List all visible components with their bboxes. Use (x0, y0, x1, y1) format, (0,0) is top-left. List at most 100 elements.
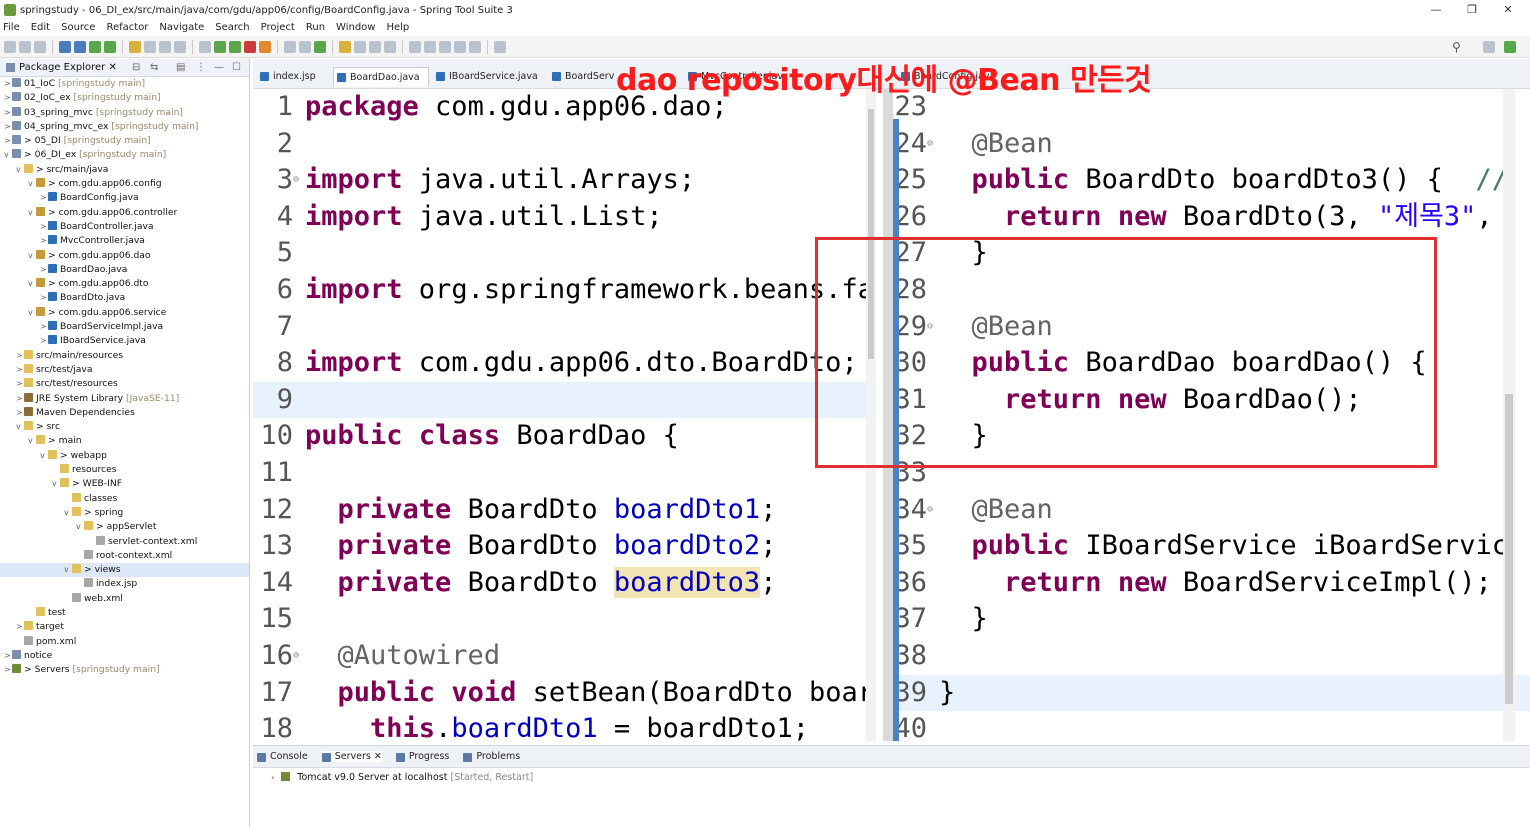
expand-toggle-icon[interactable]: > (4, 77, 12, 91)
tree-item[interactable]: > notice (0, 649, 249, 663)
code-line[interactable]: 11 (253, 455, 866, 492)
expand-toggle-icon[interactable]: > (4, 91, 12, 105)
code-line[interactable]: 39} (893, 674, 1530, 712)
tree-item[interactable]: > src/test/resources (0, 377, 249, 391)
expand-toggle-icon[interactable]: v (28, 177, 36, 191)
toggle-mark-icon[interactable] (174, 40, 186, 53)
tree-item[interactable]: resources (0, 463, 249, 477)
debug-icon[interactable] (199, 40, 211, 53)
tree-item[interactable]: > src/main/resources (0, 349, 249, 363)
tree-item[interactable]: v > com.gdu.app06.controller (0, 206, 249, 220)
maximize-button[interactable]: ❐ (1454, 0, 1490, 20)
expand-toggle-icon[interactable]: > (40, 334, 48, 348)
expand-toggle-icon[interactable]: > (16, 363, 24, 377)
start-server-icon[interactable] (89, 40, 101, 53)
tab-servers[interactable]: Servers ✕ (321, 751, 382, 762)
code-line[interactable]: 18 this.boardDto1 = boardDto1; (253, 711, 866, 741)
menu-run[interactable]: Run (306, 22, 325, 33)
stop-icon[interactable] (244, 40, 256, 53)
tree-item[interactable]: v > com.gdu.app06.service (0, 306, 249, 320)
tree-item[interactable]: pom.xml (0, 635, 249, 649)
code-line[interactable]: 15 (253, 601, 866, 638)
search-icon[interactable]: ⚲ (1452, 40, 1461, 54)
tree-item[interactable]: root-context.xml (0, 549, 249, 563)
tab-iboardservice-java[interactable]: IBoardService.java (433, 67, 545, 87)
tab-progress[interactable]: Progress (395, 751, 449, 762)
code-line[interactable]: 35 public IBoardService iBoardServic (893, 528, 1530, 565)
expand-toggle-icon[interactable]: v (28, 206, 36, 220)
globe-icon[interactable] (384, 40, 396, 53)
tab-problems[interactable]: Problems (463, 751, 520, 762)
expand-toggle-icon[interactable]: > (4, 106, 12, 120)
run-icon[interactable] (214, 40, 226, 53)
expand-toggle-icon[interactable]: > (40, 291, 48, 305)
spring-perspective-icon[interactable] (1504, 41, 1516, 53)
view-menu-icon[interactable]: ⋮ (196, 62, 206, 73)
code-line[interactable]: 25 public BoardDto boardDto3() { // (893, 162, 1530, 199)
expand-toggle-icon[interactable]: > (4, 649, 12, 663)
code-line[interactable]: 6 import org.springframework.beans.fa (253, 272, 866, 309)
close-button[interactable]: ✕ (1490, 0, 1526, 20)
tree-item[interactable]: v > views (0, 563, 249, 578)
expand-toggle-icon[interactable]: > (40, 234, 48, 248)
skip-breakpoints-icon[interactable] (74, 40, 86, 53)
maximize-view-icon[interactable]: ☐ (232, 62, 241, 73)
forward-icon[interactable] (469, 40, 481, 53)
fold-toggle-icon[interactable]: ⊖ (927, 126, 939, 163)
expand-toggle-icon[interactable]: > (16, 349, 24, 363)
build-icon[interactable] (259, 40, 271, 53)
tree-item[interactable]: > BoardDto.java (0, 291, 249, 305)
code-line[interactable]: 4 import java.util.List; (253, 199, 866, 236)
boarddao-editor[interactable]: 1 package com.gdu.app06.dao; 2 3⊖ import jav… (253, 89, 866, 741)
code-line[interactable]: 5 (253, 235, 866, 272)
expand-toggle-icon[interactable]: > (16, 377, 24, 391)
expand-icon[interactable]: › (271, 773, 274, 782)
expand-toggle-icon[interactable]: v (64, 506, 72, 520)
tree-item[interactable]: > IBoardService.java (0, 334, 249, 348)
tree-item[interactable]: > BoardConfig.java (0, 191, 249, 205)
open-type-icon[interactable] (144, 40, 156, 53)
tree-item[interactable]: > JRE System Library [JavaSE-11] (0, 392, 249, 406)
scroll-thumb[interactable] (1505, 394, 1513, 704)
link-editor-icon[interactable]: ⇆ (150, 62, 158, 73)
tree-item[interactable]: v > src (0, 420, 249, 434)
expand-toggle-icon[interactable]: > (4, 120, 12, 134)
menu-search[interactable]: Search (215, 22, 249, 33)
tab-boardserviceimpl-java[interactable]: BoardServiceImpl.java (549, 67, 615, 87)
next-annotation-icon[interactable] (409, 40, 421, 53)
spring-icon[interactable] (129, 40, 141, 53)
expand-toggle-icon[interactable]: v (28, 306, 36, 320)
package-explorer-title[interactable]: Package Explorer ✕ (19, 62, 117, 73)
expand-toggle-icon[interactable]: v (16, 420, 24, 434)
menu-help[interactable]: Help (386, 22, 409, 33)
tree-item[interactable]: > > 05_DI [springstudy main] (0, 134, 249, 148)
new-class-icon[interactable] (299, 40, 311, 53)
expand-toggle-icon[interactable]: > (16, 620, 24, 634)
expand-toggle-icon[interactable]: v (64, 563, 72, 577)
fold-toggle-icon[interactable]: ⊖ (293, 638, 305, 675)
open-folder-icon[interactable] (339, 40, 351, 53)
tree-item[interactable]: > BoardServiceImpl.java (0, 320, 249, 334)
collapse-all-icon[interactable]: ⊟ (132, 62, 140, 73)
tree-item[interactable]: v > com.gdu.app06.config (0, 177, 249, 191)
tree-item[interactable]: > Maven Dependencies (0, 406, 249, 420)
code-line[interactable]: 8 import com.gdu.app06.dto.BoardDto; (253, 345, 866, 382)
minimize-button[interactable]: — (1418, 0, 1454, 20)
save-icon[interactable] (19, 40, 31, 53)
new-bean-icon[interactable] (314, 40, 326, 53)
open-perspective-icon[interactable] (494, 40, 506, 53)
menu-project[interactable]: Project (261, 22, 295, 33)
expand-toggle-icon[interactable]: > (40, 191, 48, 205)
terminal-icon[interactable] (59, 40, 71, 53)
tree-item[interactable]: v > 06_DI_ex [springstudy main] (0, 148, 249, 162)
code-line[interactable]: 40 (893, 711, 1530, 741)
tree-item[interactable]: servlet-context.xml (0, 535, 249, 549)
code-line[interactable]: 10 public class BoardDao { (253, 418, 866, 455)
code-line[interactable]: 12 private BoardDto boardDto1; (253, 492, 866, 529)
tree-item[interactable]: v > com.gdu.app06.dto (0, 277, 249, 291)
expand-toggle-icon[interactable]: > (4, 134, 12, 148)
tab-boarddao-java[interactable]: BoardDao.java ✕ (333, 67, 429, 103)
menu-source[interactable]: Source (61, 22, 95, 33)
tree-item[interactable]: >02_IoC_ex [springstudy main] (0, 91, 249, 105)
tab-console[interactable]: Console (257, 751, 308, 762)
